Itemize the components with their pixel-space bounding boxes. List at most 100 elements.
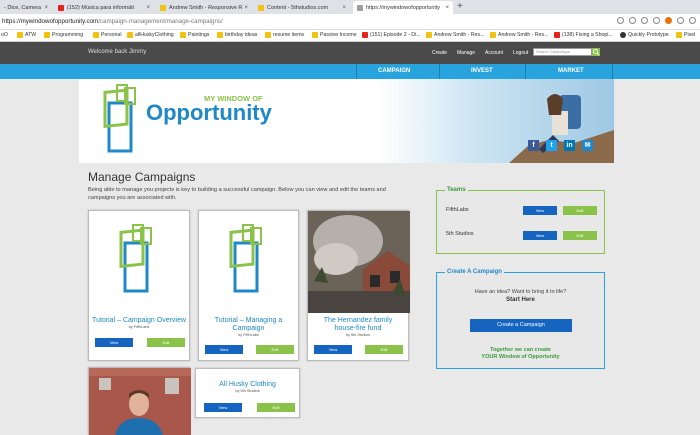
- campaign-card: All Husky Clothing by 5th Studios View E…: [195, 368, 300, 418]
- campaign-title[interactable]: All Husky Clothing: [196, 381, 299, 389]
- browser-tab[interactable]: - Dice, Camera ×: [0, 1, 52, 14]
- bookmark-label: Paintings: [188, 32, 210, 38]
- youtube-icon: [58, 4, 64, 11]
- folder-icon: [44, 32, 50, 38]
- view-button[interactable]: View: [205, 345, 243, 354]
- view-button[interactable]: View: [95, 338, 133, 347]
- bookmark-item[interactable]: Passive Income: [312, 32, 357, 38]
- view-button[interactable]: View: [204, 403, 242, 412]
- close-icon[interactable]: ×: [244, 5, 248, 11]
- nav-link-logout[interactable]: Logout: [513, 50, 528, 56]
- page-title: Manage Campaigns: [88, 170, 196, 184]
- team-edit-button[interactable]: Edit: [563, 206, 597, 215]
- bookmark-icon: [490, 32, 496, 38]
- bookmark-item[interactable]: (138) Fixing a Shopi...: [554, 32, 613, 38]
- bookmark-item[interactable]: birthday ideas: [217, 32, 257, 38]
- create-slogan-line2: YOUR Window of Opportunity: [481, 354, 560, 360]
- browser-tab-active[interactable]: https://mywindowofopportunity ×: [353, 1, 453, 14]
- bookmark-item[interactable]: Quickly Prototype: [620, 32, 669, 38]
- nav-market[interactable]: MARKET: [558, 68, 584, 74]
- extension-icon[interactable]: [677, 17, 684, 24]
- star-icon[interactable]: [629, 17, 636, 24]
- bookmark-label: oO: [1, 32, 8, 38]
- search-input[interactable]: Search Campaigns: [533, 48, 592, 56]
- youtube-icon: [362, 32, 368, 38]
- nav-campaign[interactable]: CAMPAIGN: [378, 68, 410, 74]
- bookmark-item[interactable]: Andrew Smith - Res...: [426, 32, 484, 38]
- bookmark-item[interactable]: oO: [1, 32, 8, 38]
- team-edit-button[interactable]: Edit: [563, 231, 597, 240]
- campaign-title[interactable]: Tutorial – Campaign Overview: [89, 317, 189, 325]
- profile-icon[interactable]: [689, 17, 696, 24]
- edit-button[interactable]: Edit: [147, 338, 185, 347]
- url-path: /campaign-management/manage-campaigns/: [98, 18, 223, 25]
- main-nav: CAMPAIGN INVEST MARKET: [0, 64, 700, 79]
- email-icon[interactable]: ✉: [582, 140, 593, 151]
- team-view-button[interactable]: View: [523, 206, 557, 215]
- person-photo: [89, 368, 191, 435]
- team-view-button[interactable]: View: [523, 231, 557, 240]
- bookmark-item[interactable]: Andrew Smith - Res...: [490, 32, 548, 38]
- page-description: Being able to manage you projects is key…: [88, 187, 386, 201]
- campaign-title[interactable]: Tutorial – Managing a Campaign: [199, 317, 298, 333]
- teams-title: Teams: [445, 187, 468, 193]
- nav-invest[interactable]: INVEST: [471, 68, 493, 74]
- bookmark-item[interactable]: Pixel: [676, 32, 695, 38]
- facebook-icon[interactable]: f: [528, 140, 539, 151]
- view-button[interactable]: View: [314, 345, 352, 354]
- bookmark-item[interactable]: resume items: [265, 32, 304, 38]
- bookmark-label: Passive Income: [320, 32, 357, 38]
- create-campaign-button[interactable]: Create a Campaign: [470, 319, 572, 332]
- bookmark-item[interactable]: ATW: [17, 32, 36, 38]
- edit-button[interactable]: Edit: [257, 403, 295, 412]
- close-icon[interactable]: ×: [44, 5, 48, 11]
- hero-banner: MY WINDOW OF Opportunity f t in ✉: [79, 79, 614, 163]
- new-tab-button[interactable]: +: [457, 1, 463, 13]
- edit-button[interactable]: Edit: [256, 345, 294, 354]
- bookmark-item[interactable]: Programming: [44, 32, 83, 38]
- close-icon[interactable]: ×: [445, 5, 449, 11]
- nav-link-account[interactable]: Account: [485, 50, 503, 56]
- zoom-icon[interactable]: [617, 17, 624, 24]
- folder-icon: [17, 32, 23, 38]
- folder-icon: [180, 32, 186, 38]
- tab-title: Content - 5thstudios.com: [267, 4, 329, 11]
- nav-link-manage[interactable]: Manage: [457, 50, 475, 56]
- bookmark-label: Andrew Smith - Res...: [498, 32, 549, 38]
- bookmark-item[interactable]: Personal: [93, 32, 121, 38]
- edit-button[interactable]: Edit: [365, 345, 403, 354]
- campaign-card: [88, 367, 191, 435]
- nav-link-create[interactable]: Create: [432, 50, 447, 56]
- bookmark-label: (138) Fixing a Shopi...: [562, 32, 613, 38]
- house-fire-photo: [308, 211, 410, 313]
- extension-icon[interactable]: [665, 17, 672, 24]
- bookmark-item[interactable]: allHuskyClothing: [127, 32, 174, 38]
- campaign-title[interactable]: The Hernandez family house-fire fund: [308, 317, 408, 333]
- browser-tab[interactable]: (152) Música para informáti ×: [54, 1, 154, 14]
- teams-panel: Teams FifthLabs View Edit 5th Studios Vi…: [436, 187, 605, 254]
- bookmark-icon: [426, 32, 432, 38]
- search-button[interactable]: [592, 48, 600, 56]
- campaign-author: by 5th Studios: [235, 389, 260, 393]
- extension-icon[interactable]: [653, 17, 660, 24]
- campaign-card: Tutorial – Managing a Campaign by FifthL…: [198, 210, 299, 361]
- browser-tab-strip: - Dice, Camera × (152) Música para inform…: [0, 0, 700, 14]
- bookmark-item[interactable]: (151) Episode 2 - Di...: [362, 32, 420, 38]
- close-icon[interactable]: ×: [342, 5, 346, 11]
- bookmark-label: Personal: [101, 32, 122, 38]
- extension-icon[interactable]: [641, 17, 648, 24]
- address-bar[interactable]: https://mywindowofopportunity.com/campai…: [0, 14, 700, 30]
- divider: [439, 64, 440, 79]
- browser-tab[interactable]: Andrew Smith - Responsive Resu×: [156, 1, 252, 14]
- twitter-icon[interactable]: t: [546, 140, 557, 151]
- close-icon[interactable]: ×: [146, 5, 150, 11]
- folder-icon: [312, 32, 318, 38]
- linkedin-icon[interactable]: in: [564, 140, 575, 151]
- url-text[interactable]: https://mywindowofopportunity.com/campai…: [2, 18, 223, 25]
- create-slogan-line1: Together we can create: [490, 347, 551, 353]
- bookmark-item[interactable]: Paintings: [180, 32, 209, 38]
- folder-icon: [127, 32, 133, 38]
- team-name: FifthLabs: [446, 207, 469, 213]
- window-logo-icon: [229, 224, 262, 293]
- browser-tab[interactable]: Content - 5thstudios.com ×: [254, 1, 350, 14]
